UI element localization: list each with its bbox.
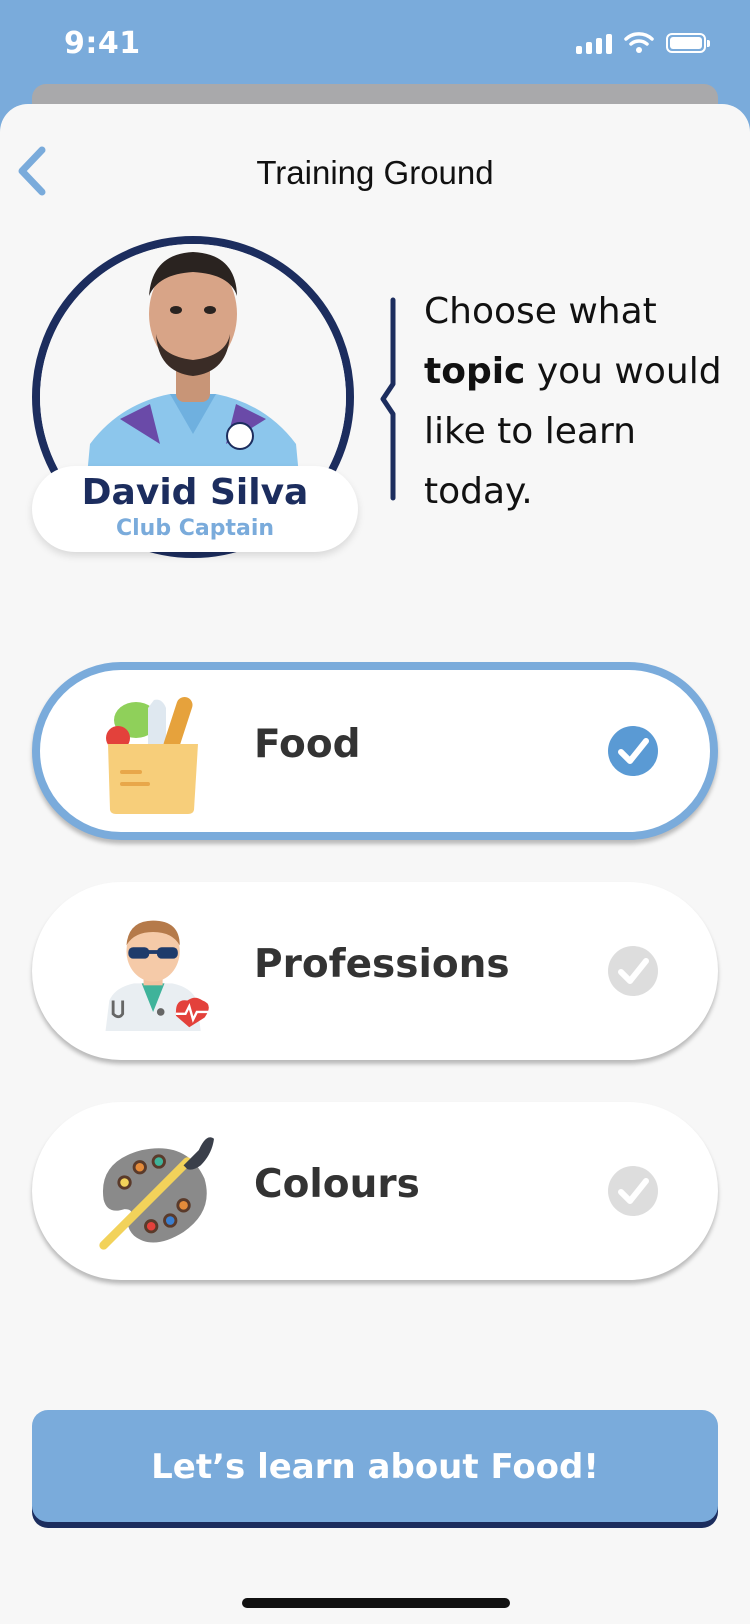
topic-label: Professions	[254, 942, 510, 987]
wifi-icon	[624, 32, 654, 53]
page-title: Training Ground	[256, 154, 494, 191]
coach-name: David Silva	[81, 472, 309, 513]
topic-colours[interactable]: Colours	[32, 1102, 718, 1280]
cellular-signal-icon	[576, 32, 612, 54]
instruction-text: Choose what topic you would like to lear…	[424, 291, 722, 512]
battery-icon	[666, 33, 710, 53]
grocery-bag-icon	[106, 697, 198, 814]
checkmark-icon	[608, 726, 658, 776]
checkmark-icon	[608, 946, 658, 996]
coach-name-card: David Silva Club Captain	[32, 466, 358, 552]
status-time: 9:41	[64, 26, 141, 61]
speech-bubble-pointer	[380, 297, 396, 501]
home-indicator[interactable]	[242, 1598, 510, 1608]
checkmark-icon	[608, 1166, 658, 1216]
topic-food[interactable]: Food	[32, 662, 718, 840]
topic-label: Food	[254, 722, 361, 767]
status-bar: 9:41	[0, 0, 750, 90]
coach-role: Club Captain	[115, 516, 275, 541]
start-learning-button[interactable]: Let’s learn about Food!	[32, 1410, 718, 1522]
status-icons	[576, 32, 710, 54]
doctor-icon	[105, 920, 209, 1031]
topic-professions[interactable]: Professions	[32, 882, 718, 1060]
topic-label: Colours	[254, 1162, 420, 1207]
palette-icon	[99, 1137, 214, 1250]
